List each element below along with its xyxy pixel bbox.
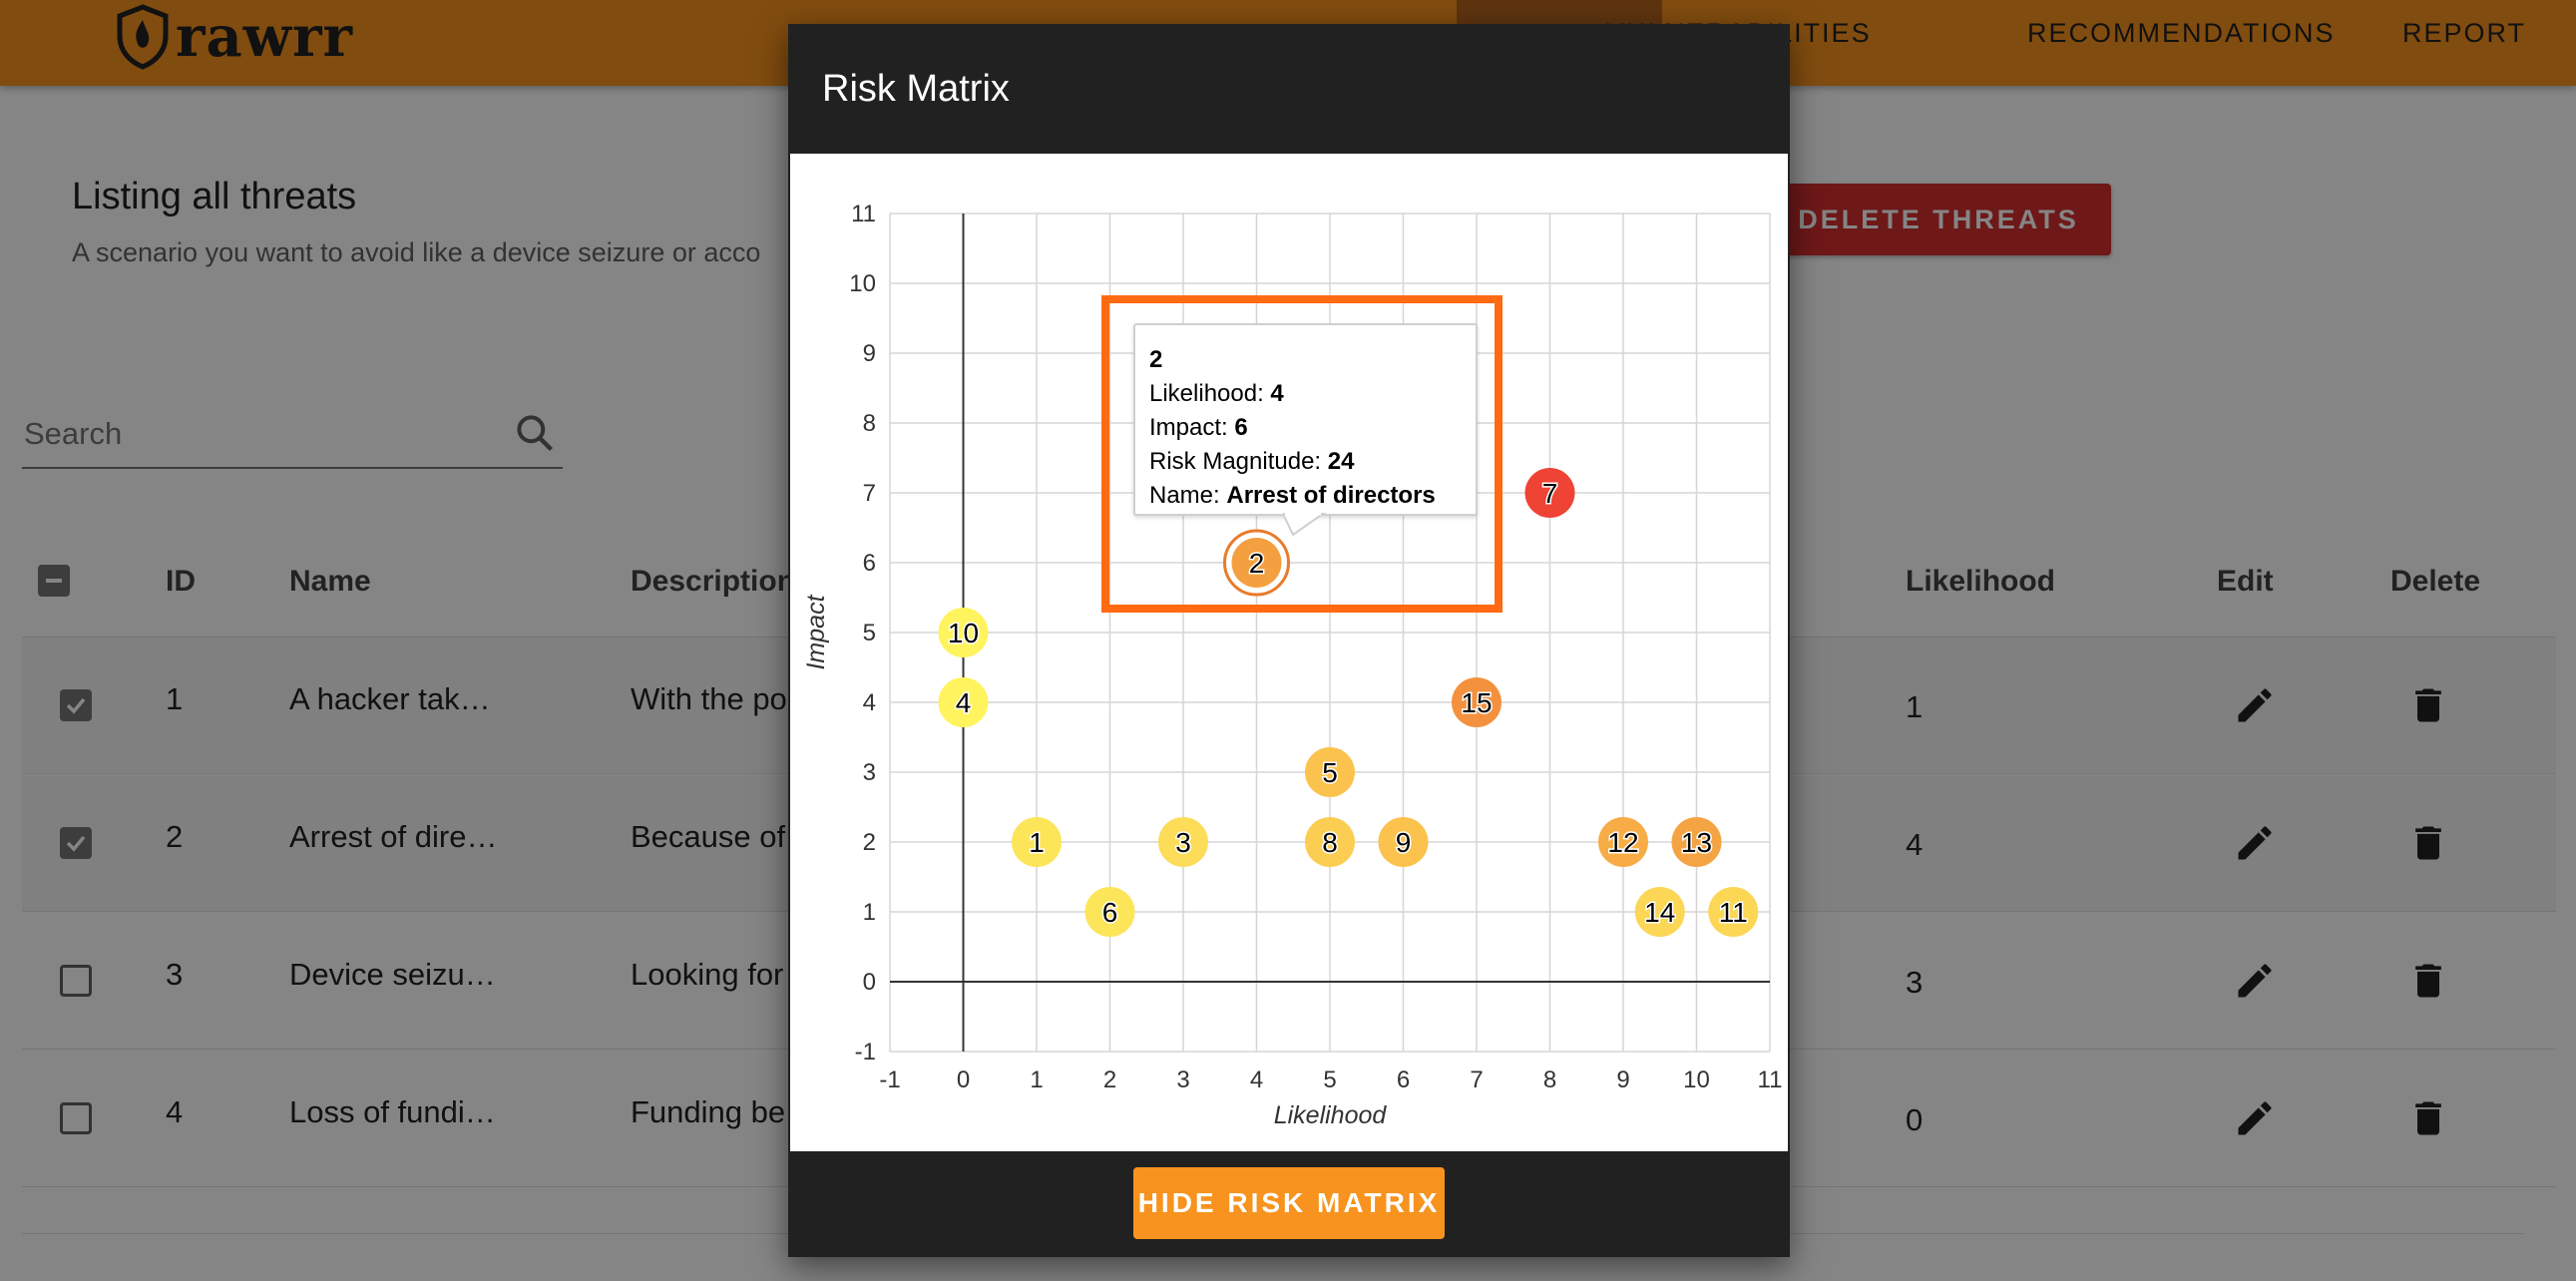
hide-risk-matrix-button[interactable]: HIDE RISK MATRIX — [1133, 1167, 1445, 1239]
tooltip-likelihood-label: Likelihood: — [1149, 380, 1271, 407]
y-tick-label: 1 — [863, 899, 876, 926]
x-tick-label: 6 — [1397, 1067, 1410, 1093]
data-point-label: 12 — [1607, 827, 1638, 858]
data-point-label: 14 — [1644, 897, 1675, 928]
tooltip-impact-label: Impact: — [1149, 414, 1235, 441]
y-tick-label: 4 — [863, 689, 876, 716]
data-point-label: 9 — [1396, 827, 1412, 858]
data-point-label: 15 — [1461, 687, 1492, 718]
x-tick-label: 9 — [1616, 1067, 1629, 1093]
x-axis-title: Likelihood — [1274, 1101, 1388, 1129]
tooltip-magnitude-label: Risk Magnitude: — [1149, 448, 1328, 475]
x-tick-label: 3 — [1176, 1067, 1189, 1093]
x-tick-label: -1 — [879, 1067, 900, 1093]
y-tick-label: 2 — [863, 829, 876, 856]
tooltip-likelihood: 4 — [1270, 380, 1284, 407]
data-point-label: 11 — [1719, 897, 1748, 928]
y-tick-label: 0 — [863, 969, 876, 996]
x-tick-label: 5 — [1323, 1067, 1336, 1093]
x-tick-label: 2 — [1103, 1067, 1116, 1093]
tooltip-impact: 6 — [1234, 414, 1248, 441]
x-tick-label: 10 — [1683, 1067, 1710, 1093]
point-tooltip: 2 Likelihood: 4 Impact: 6 Risk Magnitude… — [1133, 323, 1478, 516]
x-tick-label: 4 — [1250, 1067, 1263, 1093]
x-tick-label: 8 — [1543, 1067, 1556, 1093]
y-tick-label: 7 — [863, 480, 876, 507]
data-point-label: 1 — [1029, 827, 1045, 858]
data-point-label: 13 — [1681, 827, 1712, 858]
data-point-label: 7 — [1542, 478, 1558, 509]
data-point-label: 2 — [1249, 548, 1265, 579]
tooltip-id: 2 — [1149, 346, 1163, 373]
tooltip-name-label: Name: — [1149, 482, 1227, 509]
tooltip-name: Arrest of directors — [1226, 482, 1436, 509]
x-tick-label: 1 — [1030, 1067, 1043, 1093]
y-tick-label: 8 — [863, 410, 876, 437]
x-tick-label: 0 — [957, 1067, 970, 1093]
y-tick-label: -1 — [855, 1039, 876, 1066]
data-point-label: 3 — [1175, 827, 1191, 858]
data-point-label: 6 — [1102, 897, 1118, 928]
risk-matrix-chart: -1 0 1 2 3 4 5 6 7 8 9 10 11-101234567891011Likeliho… — [802, 201, 1783, 1129]
y-tick-label: 6 — [863, 550, 876, 577]
risk-matrix-dialog: Risk Matrix -1 0 1 2 3 4 5 6 7 8 9 10 11 -1 0 1 2 3 4 5 6 7 8 9… — [788, 24, 1790, 1257]
y-tick-label: 9 — [863, 340, 876, 367]
dialog-title: Risk Matrix — [822, 68, 1010, 110]
data-point-label: 8 — [1322, 827, 1338, 858]
y-axis-title: Impact — [802, 594, 830, 669]
y-tick-label: 11 — [851, 201, 876, 227]
y-tick-label: 5 — [863, 620, 876, 646]
data-point-label: 5 — [1322, 757, 1338, 788]
data-point-label: 10 — [948, 618, 979, 648]
tooltip-pointer — [1283, 513, 1327, 537]
data-point-label: 4 — [956, 687, 972, 718]
chart-area: -1 0 1 2 3 4 5 6 7 8 9 10 11 -1 0 1 2 3 4 5 6 7 8 9 10 11 Likeliho… — [790, 154, 1788, 1151]
tooltip-magnitude: 24 — [1327, 448, 1355, 475]
x-tick-label: 11 — [1758, 1067, 1783, 1093]
x-tick-label: 7 — [1470, 1067, 1483, 1093]
y-tick-label: 10 — [849, 270, 876, 297]
y-tick-label: 3 — [863, 759, 876, 786]
